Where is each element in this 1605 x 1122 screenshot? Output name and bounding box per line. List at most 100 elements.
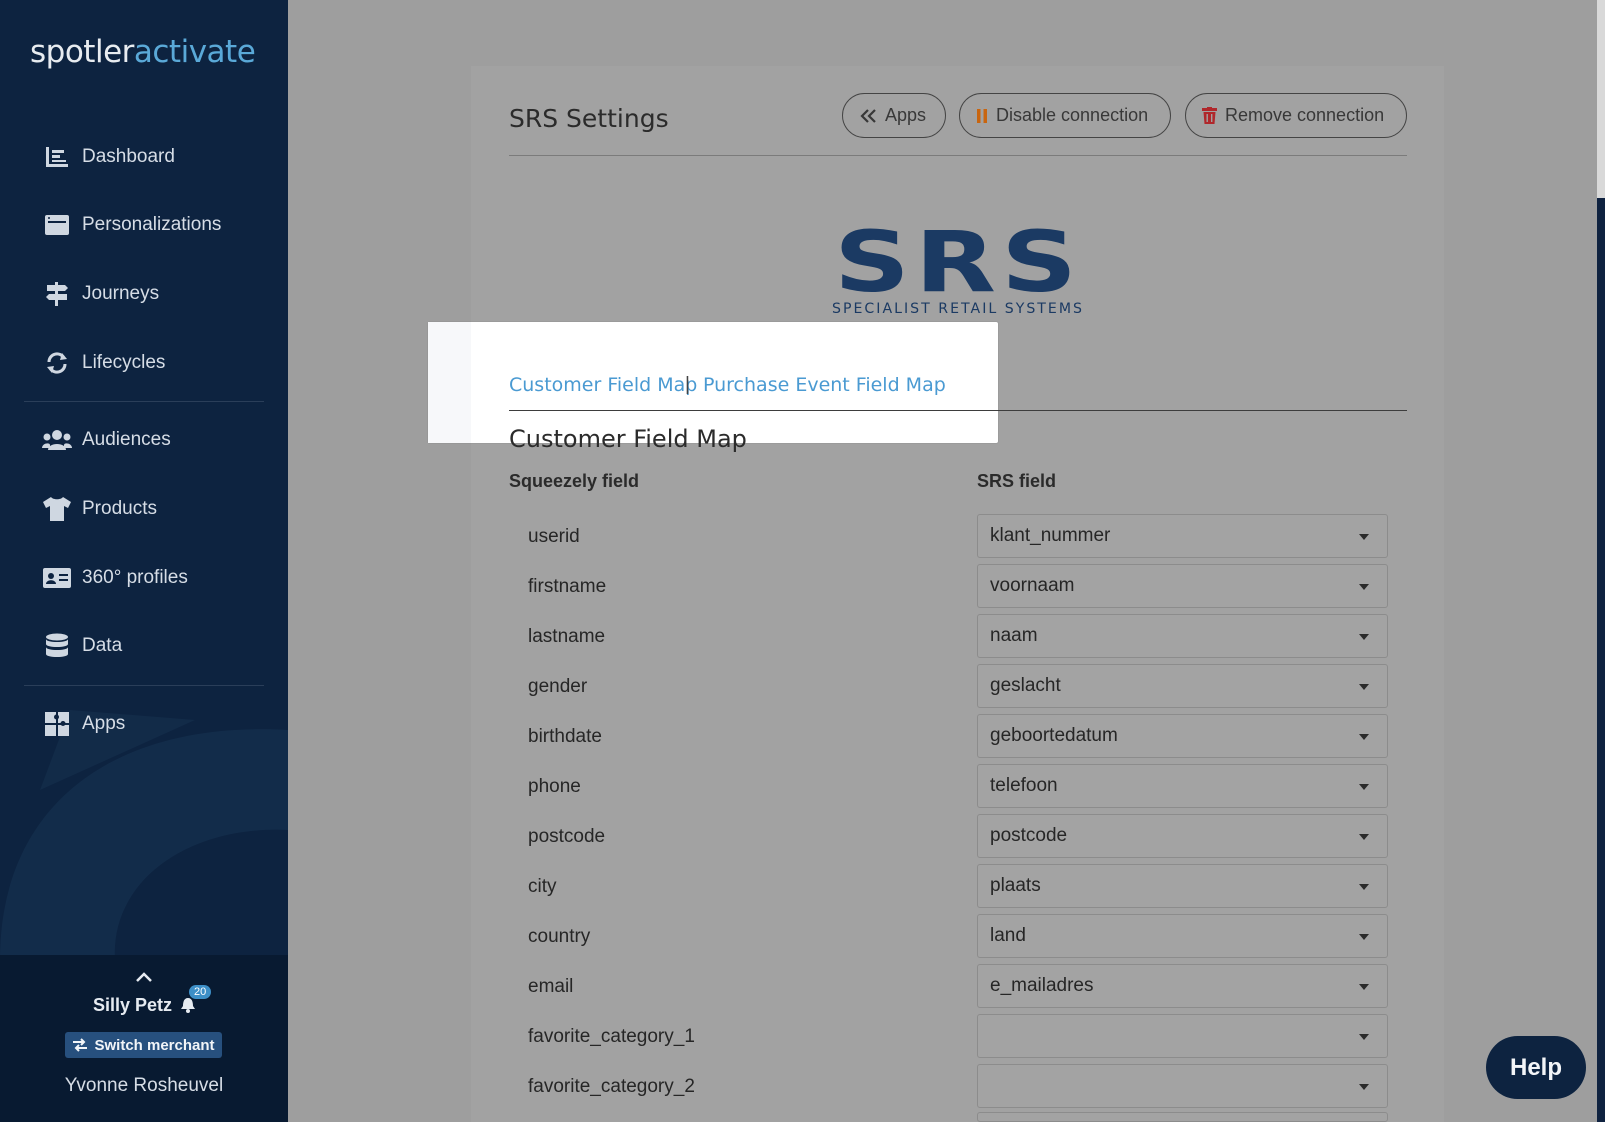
select-value: telefoon xyxy=(990,775,1058,796)
sidebar-footer: Silly Petz 20 Switch merchant Yvonne Ros… xyxy=(0,955,288,1122)
tab-separator: | xyxy=(685,374,690,395)
window-icon xyxy=(42,210,72,240)
field-label: userid xyxy=(528,526,580,547)
merchant-name: Silly Petz 20 xyxy=(0,985,288,1018)
select-value: land xyxy=(990,925,1026,946)
srs-field-select[interactable]: telefoon xyxy=(977,764,1388,808)
apps-back-button[interactable]: Apps xyxy=(842,93,946,138)
sidebar-item-data[interactable]: Data xyxy=(42,629,122,663)
bell-icon[interactable]: 20 xyxy=(181,985,212,1018)
srs-field-select[interactable] xyxy=(977,1064,1388,1108)
scrollbar-thumb[interactable] xyxy=(1597,0,1605,198)
sidebar-item-label: Personalizations xyxy=(82,214,222,235)
nav-divider xyxy=(24,685,264,686)
srs-logo: SRS SPECIALIST RETAIL SYSTEMS xyxy=(832,225,1082,317)
srs-field-select[interactable]: geslacht xyxy=(977,664,1388,708)
signpost-icon xyxy=(42,279,72,309)
sidebar-item-dashboard[interactable]: Dashboard xyxy=(42,140,175,174)
dashboard-icon xyxy=(42,142,72,172)
caret-down-icon xyxy=(1359,634,1369,640)
sidebar-item-label: Journeys xyxy=(82,283,160,304)
disable-connection-button[interactable]: Disable connection xyxy=(959,93,1171,138)
sync-icon xyxy=(42,348,72,378)
id-card-icon xyxy=(42,563,72,593)
select-value: geboortedatum xyxy=(990,725,1118,746)
srs-field-select[interactable]: voornaam xyxy=(977,564,1388,608)
tab-purchase-event-field-map[interactable]: Purchase Event Field Map xyxy=(703,374,946,396)
select-value: klant_nummer xyxy=(990,525,1111,546)
caret-down-icon xyxy=(1359,834,1369,840)
scrollbar-region xyxy=(1597,198,1605,1122)
svg-text:SRS: SRS xyxy=(834,225,1082,311)
select-value: postcode xyxy=(990,825,1068,846)
caret-down-icon xyxy=(1359,534,1369,540)
logo-text-primary: spotler xyxy=(30,34,134,70)
field-label: lastname xyxy=(528,626,606,647)
srs-field-select[interactable]: klant_nummer xyxy=(977,514,1388,558)
brand-logo[interactable]: spotleractivate xyxy=(30,34,256,70)
field-label: country xyxy=(528,926,591,947)
header-divider xyxy=(509,155,1407,156)
srs-field-select[interactable]: e_mailadres xyxy=(977,964,1388,1008)
chevron-up-icon[interactable] xyxy=(132,967,156,987)
nav-divider xyxy=(24,401,264,402)
sidebar-item-products[interactable]: Products xyxy=(42,492,157,526)
apps-button-label: Apps xyxy=(885,105,927,125)
users-icon xyxy=(42,425,72,455)
field-label: birthdate xyxy=(528,726,602,747)
spotlight-underline xyxy=(509,410,998,411)
sidebar-item-apps[interactable]: Apps xyxy=(42,707,125,741)
tab-customer-field-map[interactable]: Customer Field Map xyxy=(509,374,697,396)
puzzle-icon xyxy=(42,709,72,739)
field-label: email xyxy=(528,976,574,997)
srs-field-select[interactable] xyxy=(977,1112,1388,1122)
sidebar-item-360-profiles[interactable]: 360° profiles xyxy=(42,561,188,595)
caret-down-icon xyxy=(1359,784,1369,790)
field-label: phone xyxy=(528,776,581,797)
merchant-label: Silly Petz xyxy=(92,995,172,1015)
caret-down-icon xyxy=(1359,734,1369,740)
database-icon xyxy=(42,631,72,661)
srs-field-select[interactable] xyxy=(977,1014,1388,1058)
caret-down-icon xyxy=(1359,1034,1369,1040)
switch-arrows-icon xyxy=(73,1038,88,1052)
caret-down-icon xyxy=(1359,984,1369,990)
select-value: geslacht xyxy=(990,675,1061,696)
select-value: e_mailadres xyxy=(990,975,1094,996)
select-value: plaats xyxy=(990,875,1041,896)
switch-merchant-button[interactable]: Switch merchant xyxy=(65,1032,222,1058)
srs-field-select[interactable]: geboortedatum xyxy=(977,714,1388,758)
select-value: naam xyxy=(990,625,1038,646)
sidebar-item-label: Dashboard xyxy=(82,146,175,167)
section-title: Customer Field Map xyxy=(509,425,747,453)
sidebar-item-journeys[interactable]: Journeys xyxy=(42,277,159,311)
srs-field-select[interactable]: postcode xyxy=(977,814,1388,858)
caret-down-icon xyxy=(1359,584,1369,590)
sidebar-item-label: Data xyxy=(82,635,123,656)
caret-down-icon xyxy=(1359,884,1369,890)
caret-down-icon xyxy=(1359,1084,1369,1090)
sidebar-item-personalizations[interactable]: Personalizations xyxy=(42,208,221,242)
pause-icon xyxy=(977,108,987,123)
sidebar-item-label: Lifecycles xyxy=(82,352,166,373)
field-label: favorite_category_2 xyxy=(528,1076,695,1097)
srs-field-select[interactable]: naam xyxy=(977,614,1388,658)
sidebar-item-label: Audiences xyxy=(82,429,171,450)
sidebar-item-audiences[interactable]: Audiences xyxy=(42,423,171,457)
user-name: Yvonne Rosheuvel xyxy=(64,1075,224,1096)
field-label: favorite_category_1 xyxy=(528,1026,695,1047)
sidebar: spotleractivate Dashboard Personalizatio… xyxy=(0,0,288,1122)
page-title: SRS Settings xyxy=(509,104,669,133)
help-button[interactable]: Help xyxy=(1486,1036,1586,1099)
sidebar-item-lifecycles[interactable]: Lifecycles xyxy=(42,346,165,380)
caret-down-icon xyxy=(1359,934,1369,940)
sidebar-item-label: 360° profiles xyxy=(82,567,188,588)
switch-merchant-label: Switch merchant xyxy=(94,1036,215,1054)
srs-field-select[interactable]: plaats xyxy=(977,864,1388,908)
field-label: postcode xyxy=(528,826,606,847)
remove-connection-button[interactable]: Remove connection xyxy=(1185,93,1407,138)
srs-field-select[interactable]: land xyxy=(977,914,1388,958)
trash-icon xyxy=(1202,107,1217,124)
shirt-icon xyxy=(42,494,72,524)
column-header-squeezely: Squeezely field xyxy=(509,471,640,491)
